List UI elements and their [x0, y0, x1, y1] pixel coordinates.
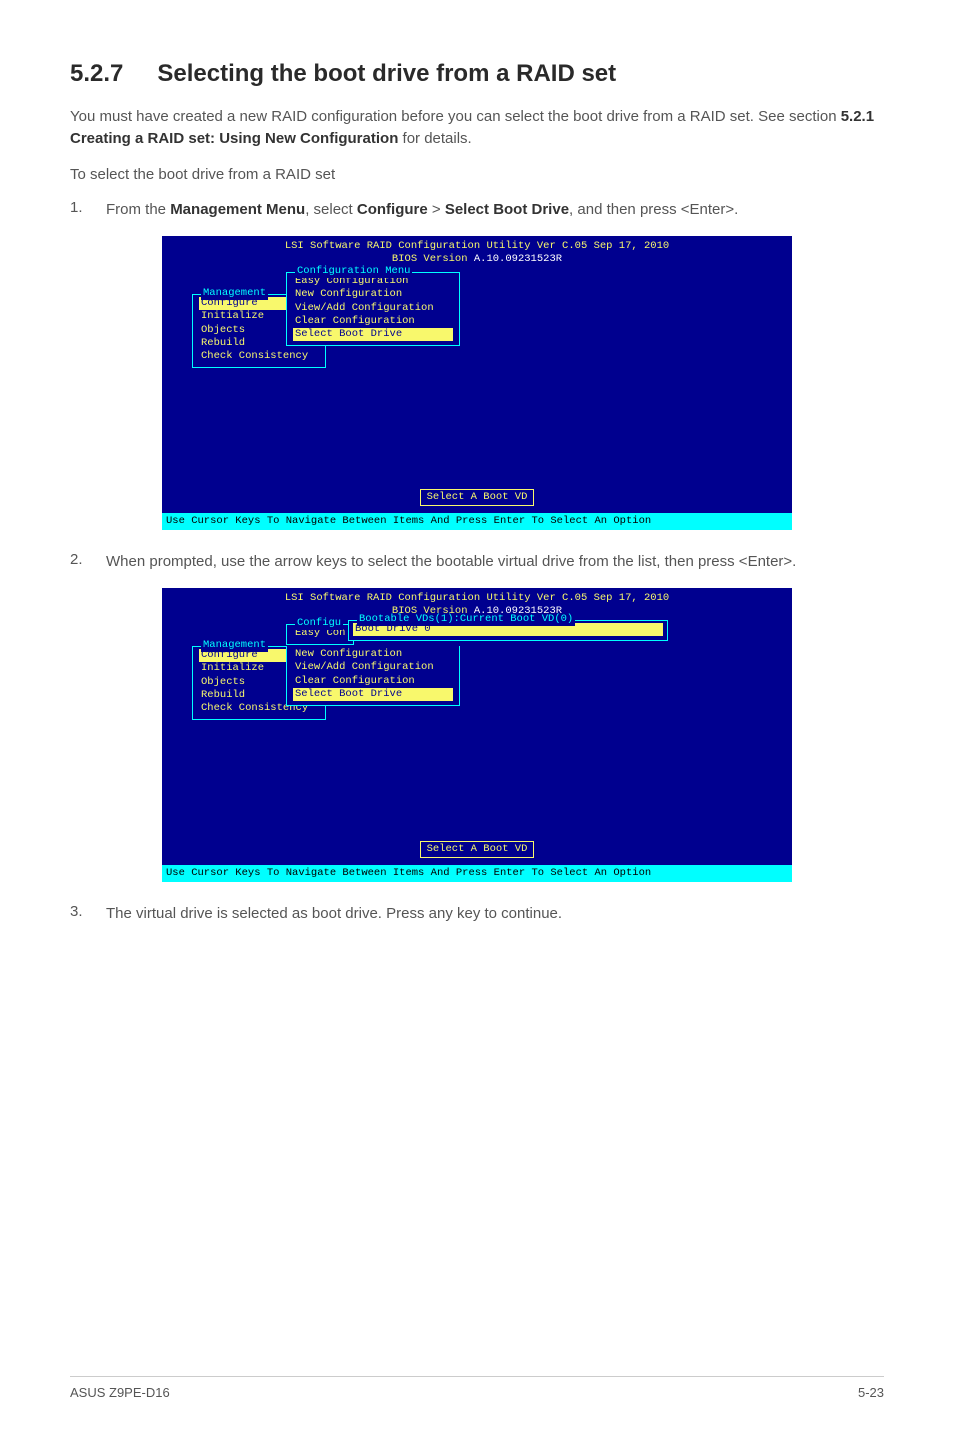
bios-title-line1: LSI Software RAID Configuration Utility …	[285, 592, 669, 604]
step-number: 3.	[70, 903, 106, 925]
configuration-legend: Configuration Menu	[295, 265, 412, 278]
cfg-item-viewadd[interactable]: View/Add Configuration	[293, 661, 453, 674]
step-number: 1.	[70, 199, 106, 221]
step-text: From the Management Menu, select Configu…	[106, 199, 884, 221]
section-title: Selecting the boot drive from a RAID set	[157, 60, 616, 87]
mgmt-item-check-consistency[interactable]: Check Consistency	[199, 350, 319, 363]
step-3: 3. The virtual drive is selected as boot…	[70, 903, 884, 925]
bios-title-line2a: BIOS Version	[392, 253, 474, 265]
configuration-legend-trunc: Configu	[295, 617, 343, 630]
t: Configure	[357, 201, 428, 218]
t: , select	[305, 201, 357, 218]
management-legend: Management	[201, 287, 268, 300]
bios-hint: Select A Boot VD	[162, 489, 792, 506]
step-text: When prompted, use the arrow keys to sel…	[106, 551, 884, 573]
t: Management Menu	[170, 201, 305, 218]
bootable-legend: Bootable VDs(1):Current Boot VD(0)	[357, 613, 575, 626]
configuration-panel-trunc: Configu Easy Con	[286, 624, 354, 645]
bios-hint: Select A Boot VD	[162, 841, 792, 858]
management-legend: Management	[201, 639, 268, 652]
step-2: 2. When prompted, use the arrow keys to …	[70, 551, 884, 573]
section-number: 5.2.7	[70, 60, 123, 87]
bios-statusbar: Use Cursor Keys To Navigate Between Item…	[162, 865, 792, 882]
configuration-panel-lower: New Configuration View/Add Configuration…	[286, 646, 460, 706]
t: From the	[106, 201, 170, 218]
bootable-vds-popup: Bootable VDs(1):Current Boot VD(0) Boot …	[348, 620, 668, 641]
step-text: The virtual drive is selected as boot dr…	[106, 903, 884, 925]
bios-statusbar: Use Cursor Keys To Navigate Between Item…	[162, 513, 792, 530]
bios-body: Management Configure Initialize Objects …	[162, 618, 792, 848]
bios-screenshot-2: LSI Software RAID Configuration Utility …	[161, 587, 793, 883]
bios-title: LSI Software RAID Configuration Utility …	[162, 236, 792, 266]
t: Select Boot Drive	[445, 201, 569, 218]
t: >	[428, 201, 445, 218]
bios-screenshot-1: LSI Software RAID Configuration Utility …	[161, 235, 793, 531]
bios-hint-box: Select A Boot VD	[420, 489, 535, 506]
cfg-item-new[interactable]: New Configuration	[293, 648, 453, 661]
cfg-item-select-boot[interactable]: Select Boot Drive	[293, 328, 453, 341]
intro-text: You must have created a new RAID configu…	[70, 108, 841, 125]
bios-title-line1: LSI Software RAID Configuration Utility …	[285, 240, 669, 252]
intro-tail: for details.	[398, 130, 471, 147]
bios-body: Management Configure Initialize Objects …	[162, 266, 792, 496]
footer-right: 5-23	[858, 1385, 884, 1400]
cfg-item-clear[interactable]: Clear Configuration	[293, 675, 453, 688]
cfg-item-viewadd[interactable]: View/Add Configuration	[293, 302, 453, 315]
lead-sentence: To select the boot drive from a RAID set	[70, 164, 884, 186]
footer-left: ASUS Z9PE-D16	[70, 1385, 170, 1400]
bios-hint-box: Select A Boot VD	[420, 841, 535, 858]
intro-paragraph: You must have created a new RAID configu…	[70, 106, 884, 150]
configuration-panel: Configuration Menu Easy Configuration Ne…	[286, 272, 460, 346]
section-heading: 5.2.7 Selecting the boot drive from a RAI…	[70, 60, 884, 88]
bios-title-line2b: A.10.09231523R	[474, 253, 562, 265]
cfg-item-new[interactable]: New Configuration	[293, 288, 453, 301]
step-number: 2.	[70, 551, 106, 573]
t: , and then press <Enter>.	[569, 201, 738, 218]
cfg-item-clear[interactable]: Clear Configuration	[293, 315, 453, 328]
step-1: 1. From the Management Menu, select Conf…	[70, 199, 884, 221]
cfg-item-select-boot[interactable]: Select Boot Drive	[293, 688, 453, 701]
page-footer: ASUS Z9PE-D16 5-23	[70, 1376, 884, 1400]
